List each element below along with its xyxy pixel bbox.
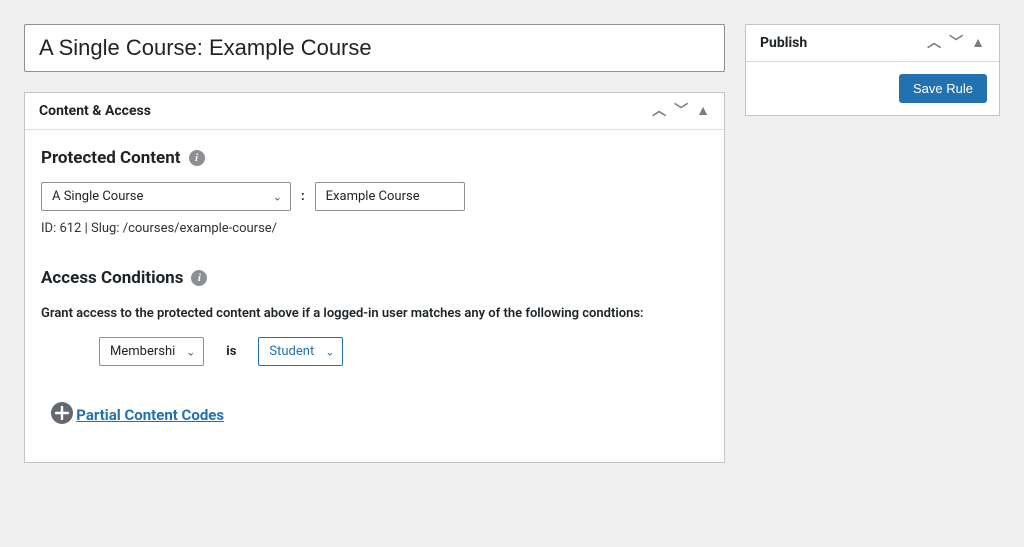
chevron-up-icon[interactable]: ︿ <box>927 36 941 50</box>
content-meta-text: ID: 612 | Slug: /courses/example-course/ <box>41 221 277 236</box>
access-desc: Grant access to the protected content ab… <box>41 306 708 321</box>
chevron-up-icon[interactable]: ︿ <box>652 104 666 118</box>
content-type-select-value: A Single Course <box>52 189 143 204</box>
add-condition-button[interactable] <box>51 402 73 424</box>
content-panel-title: Content & Access <box>39 103 151 119</box>
condition-type-select[interactable]: Membershi ⌄ <box>99 337 204 366</box>
separator-colon: : <box>301 189 305 204</box>
condition-operator: is <box>226 344 236 359</box>
collapse-icon[interactable]: ▲ <box>971 36 985 50</box>
protected-content-heading: Protected Content <box>41 148 181 168</box>
condition-value: Student <box>269 344 314 359</box>
chevron-down-icon: ⌄ <box>273 190 282 203</box>
collapse-icon[interactable]: ▲ <box>696 104 710 118</box>
content-item-value: Example Course <box>326 189 420 204</box>
publish-panel: Publish ︿ ﹀ ▲ Save Rule <box>745 24 1000 116</box>
publish-panel-header: Publish ︿ ﹀ ▲ <box>746 25 999 62</box>
access-conditions-heading: Access Conditions <box>41 268 183 288</box>
content-item-input[interactable]: Example Course <box>315 182 465 211</box>
condition-type-value: Membershi <box>110 344 175 359</box>
condition-value-select[interactable]: Student ⌄ <box>258 337 343 366</box>
chevron-down-icon[interactable]: ﹀ <box>674 104 688 118</box>
rule-title-input[interactable] <box>24 24 725 72</box>
publish-panel-title: Publish <box>760 35 807 51</box>
info-icon[interactable]: i <box>191 270 207 286</box>
partial-content-codes-link[interactable]: Partial Content Codes <box>76 406 224 424</box>
chevron-down-icon[interactable]: ﹀ <box>949 36 963 50</box>
save-rule-button[interactable]: Save Rule <box>899 74 987 103</box>
content-panel-header: Content & Access ︿ ﹀ ▲ <box>25 93 724 130</box>
chevron-down-icon: ⌄ <box>186 345 195 358</box>
content-access-panel: Content & Access ︿ ﹀ ▲ Protected Content… <box>24 92 725 463</box>
chevron-down-icon: ⌄ <box>325 345 334 358</box>
info-icon[interactable]: i <box>189 150 205 166</box>
content-type-select[interactable]: A Single Course ⌄ <box>41 182 291 211</box>
